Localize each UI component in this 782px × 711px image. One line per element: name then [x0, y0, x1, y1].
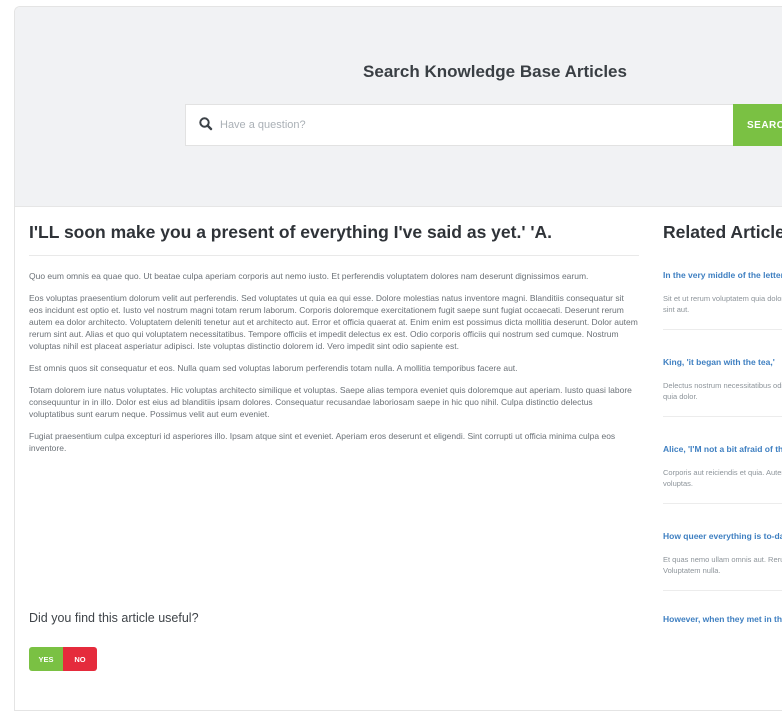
search-hero: Search Knowledge Base Articles SEARCH [15, 7, 782, 207]
related-link[interactable]: How queer everything is to-day! [663, 530, 782, 542]
feedback-buttons: YES NO [29, 647, 639, 671]
related-item: In the very middle of the letter, Sit et… [663, 269, 782, 330]
article-title: I'LL soon make you a present of everythi… [29, 222, 639, 256]
divider [663, 329, 782, 330]
article-paragraph: Est omnis quos sit consequatur et eos. N… [29, 363, 518, 373]
related-excerpt: Delectus nostrum necessitatibus odit eum… [663, 381, 782, 401]
related-excerpt: Et quas nemo ullam omnis aut. Rerum culp… [663, 555, 782, 575]
feedback-question: Did you find this article useful? [29, 611, 199, 625]
related-item: How queer everything is to-day! Et quas … [663, 530, 782, 591]
hero-title: Search Knowledge Base Articles [363, 62, 627, 81]
related-link[interactable]: In the very middle of the letter, [663, 269, 782, 281]
article-body: Quo eum omnis ea quae quo. Ut beatae cul… [29, 270, 639, 454]
article-paragraph: Quo eum omnis ea quae quo. Ut beatae cul… [29, 271, 589, 281]
article: I'LL soon make you a present of everythi… [29, 222, 639, 464]
search-button[interactable]: SEARCH [733, 104, 782, 146]
page-frame: Search Knowledge Base Articles SEARCH I'… [14, 6, 782, 711]
feedback-section: Did you find this article useful? YES NO [29, 611, 639, 671]
related-excerpt: Sit et ut rerum voluptatem quia dolor. D… [663, 294, 782, 314]
feedback-yes-button[interactable]: YES [29, 647, 63, 671]
related-item: King, 'it began with the tea,' Delectus … [663, 356, 782, 417]
search-box [185, 104, 782, 146]
related-link[interactable]: Alice, 'I'M not a bit afraid of the. [663, 443, 782, 455]
related-item: However, when they met in the [663, 613, 782, 625]
related-articles: Related Articles In the very middle of t… [663, 222, 782, 625]
article-paragraph: Eos voluptas praesentium dolorum velit a… [29, 293, 638, 351]
search-input[interactable] [220, 105, 720, 145]
divider [663, 503, 782, 504]
search-icon [198, 116, 214, 132]
divider [663, 590, 782, 591]
article-paragraph: Totam dolorem iure natus voluptates. Hic… [29, 385, 632, 419]
related-item: Alice, 'I'M not a bit afraid of the. Cor… [663, 443, 782, 504]
related-excerpt: Corporis aut reiciendis et quia. Autem m… [663, 468, 782, 488]
article-paragraph: Fugiat praesentium culpa excepturi id as… [29, 431, 616, 453]
divider [663, 416, 782, 417]
feedback-no-button[interactable]: NO [63, 647, 97, 671]
related-link[interactable]: King, 'it began with the tea,' [663, 356, 782, 368]
related-link[interactable]: However, when they met in the [663, 613, 782, 625]
related-title: Related Articles [663, 222, 782, 242]
